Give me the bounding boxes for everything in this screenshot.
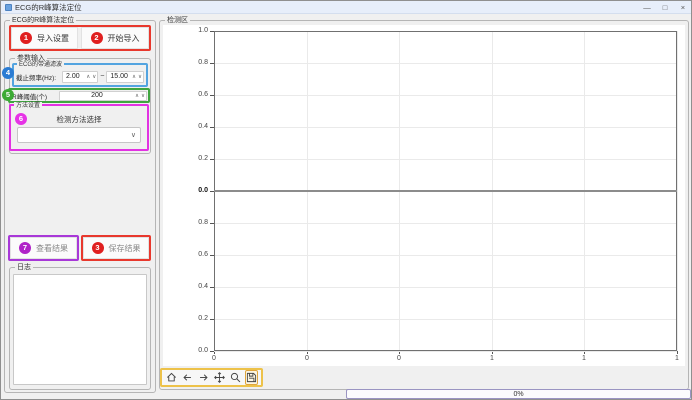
ytick-label: 1.0 [188,27,208,34]
ytick-label: 0.2 [188,315,208,322]
ytick-label: 0.8 [188,59,208,66]
xtick-mark [677,351,678,354]
ytick-label: 0.2 [188,155,208,162]
progress-label: 0% [513,391,523,398]
forward-icon[interactable] [197,370,210,385]
plot-canvas[interactable]: 0001111.00.80.60.40.20.80.60.40.20.00.0 [214,31,677,351]
plot-toolbar [160,368,263,387]
titlebar: ECG的R峰算法定位 — □ × [1,1,691,14]
xtick-label: 0 [205,355,223,362]
threshold-annotation-box: R峰阈值(个) 200 ∧ ∨ [8,88,150,103]
rpeak-threshold-label: R峰阈值(个) [12,91,56,101]
back-icon[interactable] [181,370,194,385]
gridline-h [214,319,677,320]
gridline-h [214,127,677,128]
app-window: ECG的R峰算法定位 — □ × ECG的R峰算法定位 1 导入设置 2 开始导… [0,0,692,400]
gridline-h [214,223,677,224]
bandpass-group-title: ECG的带通滤波 [17,61,64,70]
ytick-label: 0.6 [188,251,208,258]
rpeak-threshold-value: 200 [60,92,134,99]
pan-icon[interactable] [213,370,226,385]
spine-top [214,31,677,32]
app-icon [5,4,12,11]
range-tilde: ~ [100,73,104,80]
ytick-label: 0.6 [188,91,208,98]
gridline-h [214,95,677,96]
spine-bottom [214,350,677,351]
import-settings-label: 导入设置 [37,33,69,44]
method-select[interactable]: ∨ [17,127,141,143]
home-icon[interactable] [165,370,178,385]
rpeak-threshold-field[interactable]: 200 ∧ ∨ [59,91,147,101]
ytick-label: 0.4 [188,283,208,290]
low-cutoff-field[interactable]: 2.00 ∧ ∨ [62,71,98,83]
high-cutoff-spin-down-icon[interactable]: ∨ [137,71,143,83]
gridline-h [214,255,677,256]
start-import-label: 开始导入 [108,33,140,44]
plot-figure: 0 0 0 1 1 1 1.0 0.8 0.6 0.4 0.2 0.8 0.6 0.4 0.2 0.0 0.0 [163,25,685,366]
zoom-icon[interactable] [229,370,242,385]
bandpass-annotation-box: ECG的带通滤波 截止频率(Hz): 2.00 ∧ ∨ ~ 15.00 ∧ ∨ [12,63,148,87]
annotation-badge-3: 3 [92,242,104,254]
annotation-badge-5: 5 [2,89,14,101]
gridline-h [214,287,677,288]
save-icon[interactable] [245,370,258,385]
start-import-button[interactable]: 2 开始导入 [81,27,149,49]
import-settings-button[interactable]: 1 导入设置 [11,27,78,49]
window-title: ECG的R峰算法定位 [15,2,82,13]
method-annotation-box: 方法设置 检测方法选择 ∨ [9,104,149,151]
high-cutoff-field[interactable]: 15.00 ∧ ∨ [106,71,144,83]
log-group: 日志 [9,267,151,390]
xtick-label: 0 [298,355,316,362]
annotation-badge-7: 7 [19,242,31,254]
view-results-label: 查看结果 [36,243,68,254]
close-button[interactable]: × [678,3,688,12]
annotation-badge-6: 6 [15,113,27,125]
left-panel-group-title: ECG的R峰算法定位 [10,16,76,25]
method-group-title: 方法设置 [14,102,42,111]
chevron-down-icon: ∨ [131,131,136,139]
log-group-title: 日志 [15,263,33,272]
log-output[interactable] [13,274,147,385]
ytick-label: 0.4 [188,123,208,130]
save-results-button[interactable]: 3 保存结果 [83,237,149,259]
subplot-boundary [214,190,677,192]
view-results-button[interactable]: 7 查看结果 [10,237,77,259]
high-cutoff-value: 15.00 [107,73,131,80]
threshold-spin-down-icon[interactable]: ∨ [140,91,146,101]
save-results-label: 保存结果 [109,243,141,254]
method-select-label: 检测方法选择 [11,114,147,125]
minimize-button[interactable]: — [642,3,652,12]
detection-area-title: 检测区 [165,16,190,25]
gridline-v [677,31,678,351]
cutoff-frequency-label: 截止频率(Hz): [16,72,60,82]
progress-bar: 0% [346,389,691,399]
xtick-label: 0 [390,355,408,362]
gridline-h [214,159,677,160]
annotation-badge-1: 1 [20,32,32,44]
annotation-badge-4: 4 [2,67,14,79]
xtick-label: 1 [668,355,686,362]
ytick-mark [210,351,214,352]
xtick-label: 1 [575,355,593,362]
maximize-button[interactable]: □ [660,3,670,12]
gridline-h [214,351,677,352]
xtick-label: 1 [483,355,501,362]
ytick-label: 0.8 [188,219,208,226]
ytick-label: 0.0 [188,347,208,354]
annotation-badge-2: 2 [91,32,103,44]
gridline-h [214,63,677,64]
ytick-label-shared: 0.0 [188,187,208,194]
low-cutoff-value: 2.00 [63,73,85,80]
low-cutoff-spin-down-icon[interactable]: ∨ [91,71,97,83]
